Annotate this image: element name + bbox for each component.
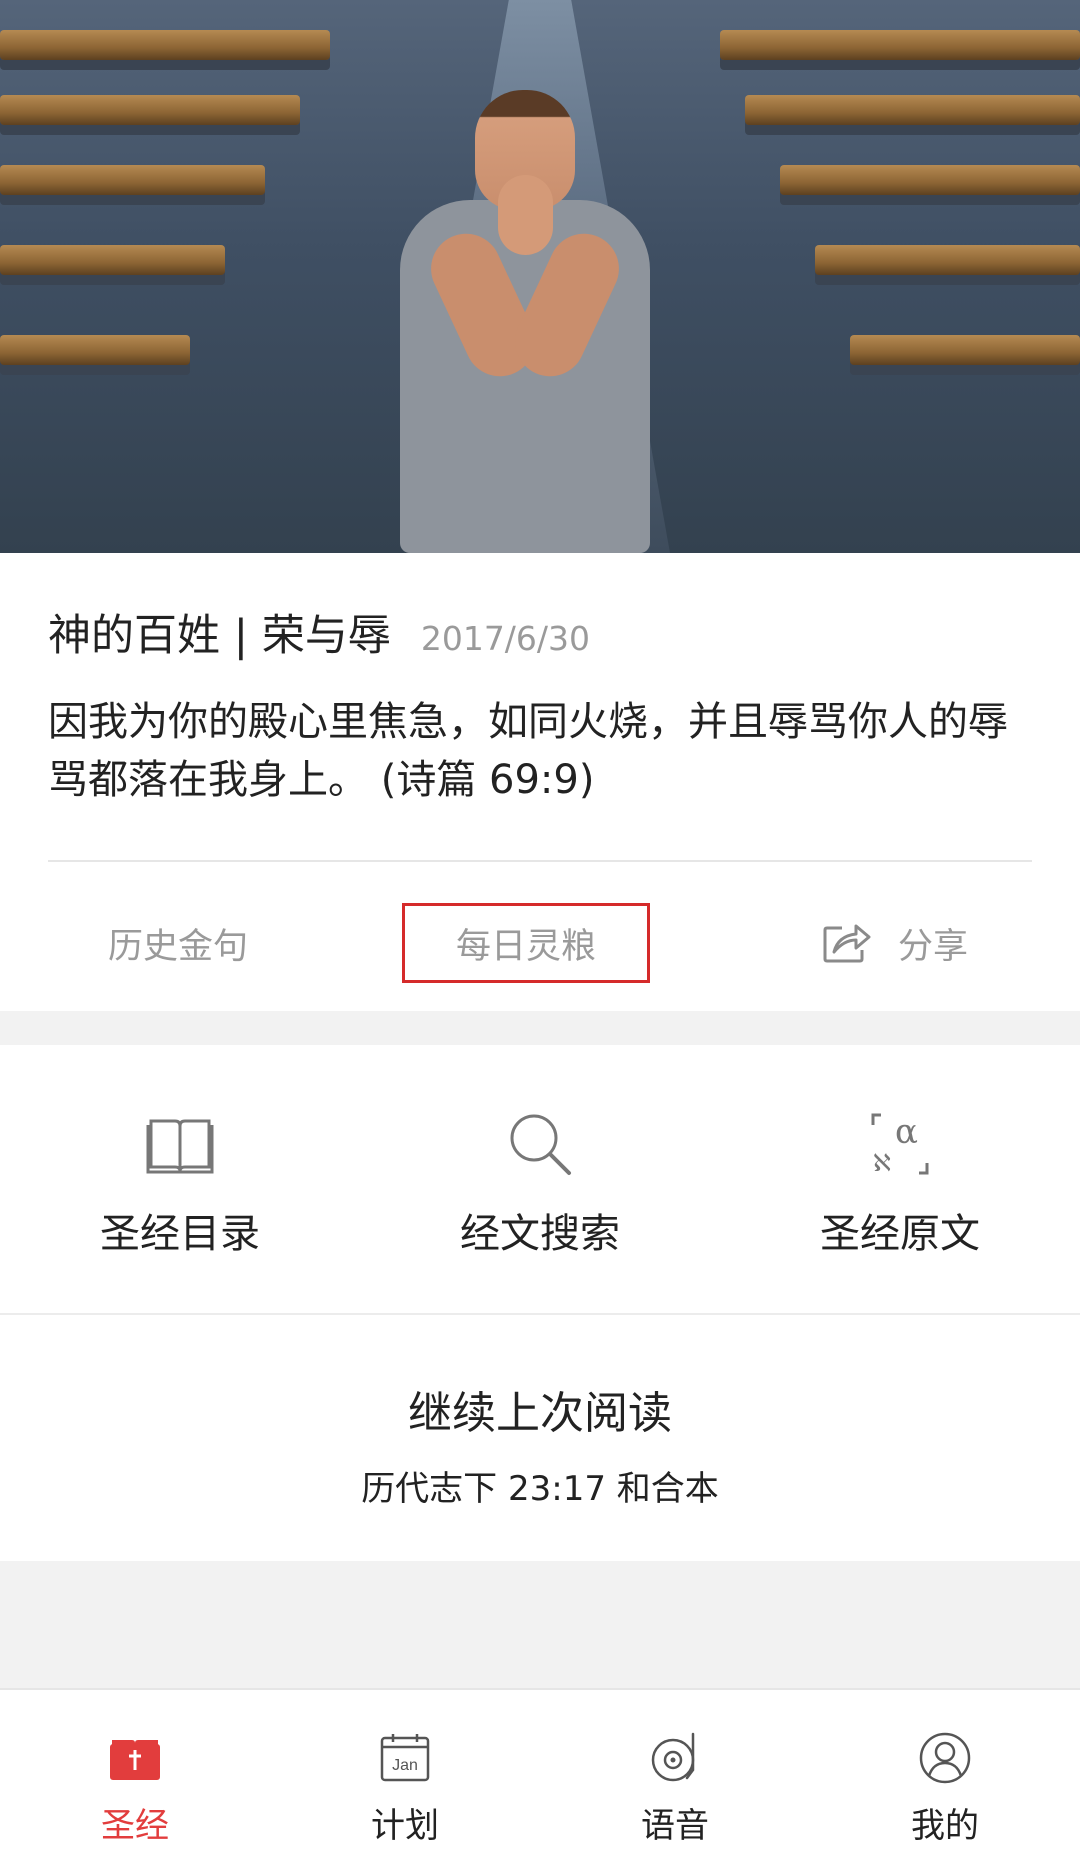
nav-me[interactable]: 我的 bbox=[810, 1690, 1080, 1866]
continue-reading-button[interactable]: 继续上次阅读 历代志下 23:17 和合本 bbox=[0, 1313, 1080, 1561]
history-verses-label: 历史金句 bbox=[108, 926, 249, 967]
pew bbox=[815, 245, 1080, 275]
calendar-month-text: Jan bbox=[392, 1757, 418, 1774]
pew bbox=[720, 30, 1080, 60]
nav-bible[interactable]: 圣经 bbox=[0, 1690, 270, 1866]
nav-audio[interactable]: 语音 bbox=[540, 1690, 810, 1866]
pew bbox=[0, 165, 265, 195]
verse-title: 神的百姓 | 荣与辱 bbox=[48, 611, 391, 661]
daily-verse-card: 神的百姓 | 荣与辱 2017/6/30 因我为你的殿心里焦急，如同火烧，并且辱… bbox=[0, 553, 1080, 1011]
bible-catalog-label: 圣经目录 bbox=[100, 1211, 260, 1257]
share-button[interactable]: 分享 bbox=[822, 903, 968, 983]
hero-image bbox=[0, 0, 1080, 553]
praying-man bbox=[390, 80, 660, 553]
pew bbox=[0, 335, 190, 365]
home-screen: 神的百姓 | 荣与辱 2017/6/30 因我为你的殿心里焦急，如同火烧，并且辱… bbox=[0, 0, 1080, 1866]
daily-bread-button[interactable]: 每日灵粮 bbox=[402, 903, 650, 983]
original-text-button[interactable]: α ℵ 圣经原文 bbox=[720, 1045, 1080, 1313]
verse-search-button[interactable]: 经文搜索 bbox=[360, 1045, 720, 1313]
daily-bread-label: 每日灵粮 bbox=[455, 926, 596, 967]
pew bbox=[780, 165, 1080, 195]
profile-icon bbox=[919, 1732, 971, 1784]
audio-icon bbox=[651, 1732, 695, 1782]
pew bbox=[0, 245, 225, 275]
share-label: 分享 bbox=[898, 926, 969, 967]
share-icon bbox=[823, 924, 871, 963]
verse-date: 2017/6/30 bbox=[420, 619, 591, 658]
feature-shortcuts: 圣经目录 经文搜索 α ℵ 圣经原文 bbox=[0, 1045, 1080, 1313]
last-reading-location: 历代志下 23:17 和合本 bbox=[361, 1469, 719, 1509]
continue-reading-title: 继续上次阅读 bbox=[408, 1388, 672, 1439]
search-icon bbox=[510, 1114, 571, 1175]
pew bbox=[0, 30, 330, 60]
pew bbox=[850, 335, 1080, 365]
verse-text: 因我为你的殿心里焦急，如同火烧，并且辱骂你人的辱骂都落在我身上。 (诗篇 69:… bbox=[48, 699, 1008, 803]
svg-text:ℵ: ℵ bbox=[873, 1149, 891, 1177]
verse-header: 神的百姓 | 荣与辱 2017/6/30 bbox=[48, 601, 590, 663]
nav-bible-label: 圣经 bbox=[101, 1806, 169, 1846]
original-text-icon: α ℵ bbox=[871, 1112, 929, 1177]
nav-audio-label: 语音 bbox=[641, 1806, 709, 1846]
nav-plan[interactable]: Jan 计划 bbox=[270, 1690, 540, 1866]
card-divider bbox=[48, 860, 1032, 862]
calendar-icon: Jan bbox=[380, 1734, 430, 1782]
nav-plan-label: 计划 bbox=[371, 1806, 439, 1846]
book-icon bbox=[146, 1119, 214, 1174]
pew bbox=[0, 95, 300, 125]
verse-search-label: 经文搜索 bbox=[460, 1211, 620, 1257]
original-text-label: 圣经原文 bbox=[820, 1211, 980, 1257]
bottom-nav: 圣经 Jan 计划 语音 我的 bbox=[0, 1688, 1080, 1866]
svg-text:α: α bbox=[895, 1112, 918, 1152]
history-verses-button[interactable]: 历史金句 bbox=[108, 903, 248, 983]
nav-me-label: 我的 bbox=[911, 1806, 979, 1846]
pew bbox=[745, 95, 1080, 125]
bible-catalog-button[interactable]: 圣经目录 bbox=[0, 1045, 360, 1313]
bible-icon bbox=[110, 1740, 160, 1780]
